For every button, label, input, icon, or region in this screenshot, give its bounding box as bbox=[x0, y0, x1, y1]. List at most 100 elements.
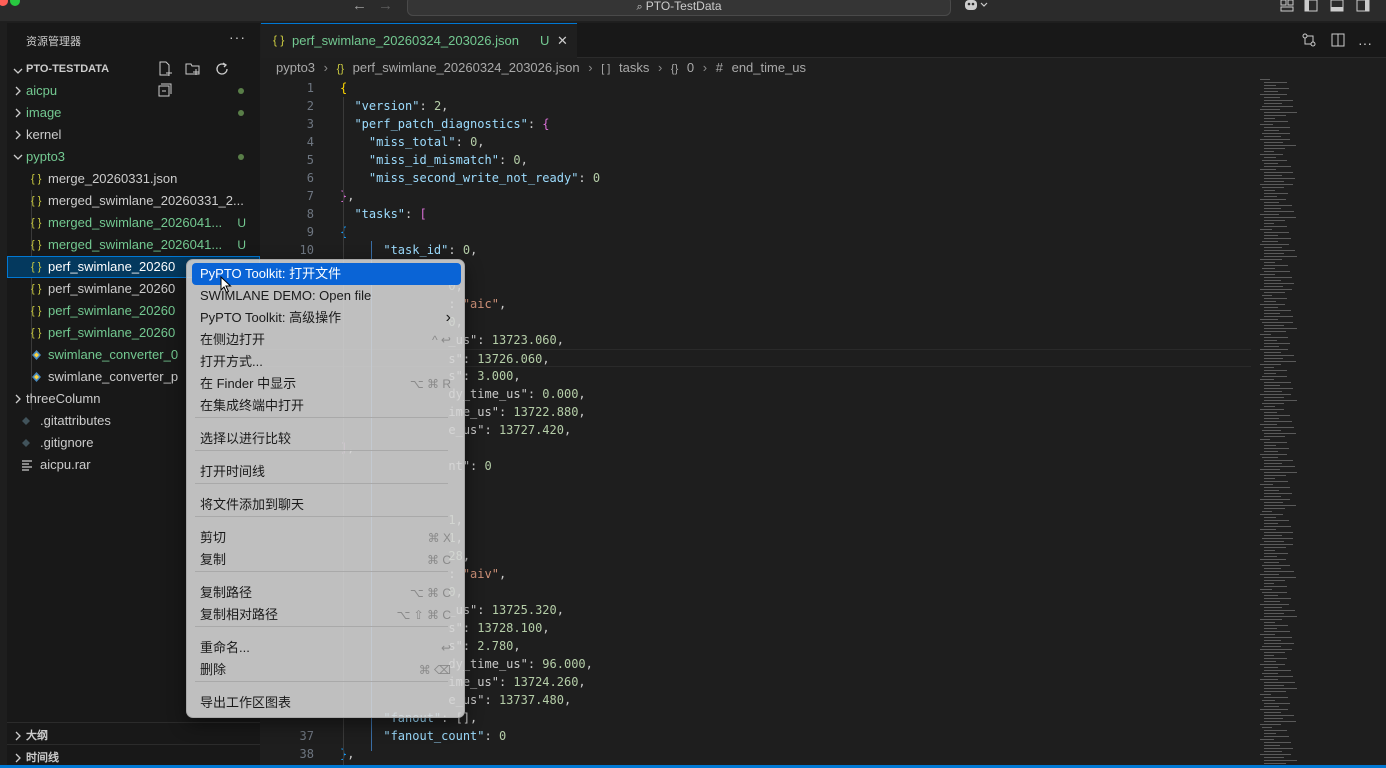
minimap-line bbox=[1264, 112, 1297, 113]
new-file-icon[interactable] bbox=[157, 61, 173, 77]
more-actions-icon[interactable]: ··· bbox=[1358, 35, 1374, 51]
tree-item[interactable]: aicpu bbox=[7, 80, 260, 102]
minimap-line bbox=[1260, 484, 1273, 485]
arrow-left-icon[interactable]: ← bbox=[352, 0, 367, 13]
tab-perf-swimlane[interactable]: { } perf_swimlane_20260324_203026.json U… bbox=[261, 23, 577, 58]
context-menu-item[interactable]: 在集成终端中打开 bbox=[192, 395, 461, 417]
code-text: "miss_id_mismatch": 0, bbox=[368, 153, 528, 167]
minimap-line bbox=[1264, 235, 1278, 236]
minimap-line bbox=[1264, 448, 1289, 449]
minimap-line bbox=[1264, 100, 1293, 101]
code-line: 5 "miss_id_mismatch": 0, bbox=[261, 151, 1251, 169]
tree-item[interactable]: { } merged_swimlane_20260331_2... bbox=[7, 190, 260, 212]
minimap-line bbox=[1264, 745, 1280, 746]
minimap-line bbox=[1264, 517, 1276, 518]
minimap-line bbox=[1264, 127, 1290, 128]
untracked-badge: U bbox=[540, 33, 550, 48]
tree-item-label: aicpu.rar bbox=[40, 457, 91, 472]
toggle-panel-icon[interactable] bbox=[1330, 0, 1344, 12]
chevron-down-icon bbox=[13, 146, 23, 168]
context-menu-item[interactable]: 导出工作区图表 bbox=[192, 692, 461, 714]
chevron-right-icon bbox=[13, 80, 23, 102]
chevron-right-icon bbox=[13, 124, 23, 146]
window-zoom-button[interactable] bbox=[10, 0, 20, 6]
minimap-line bbox=[1260, 229, 1272, 230]
context-menu-item[interactable]: 选择以进行比较 bbox=[192, 428, 461, 450]
tab-title: perf_swimlane_20260324_203026.json bbox=[292, 33, 519, 48]
minimap-line bbox=[1260, 499, 1290, 500]
breadcrumb-file[interactable]: perf_swimlane_20260324_203026.json bbox=[353, 60, 580, 75]
context-menu-item[interactable]: SWIMLANE DEMO: Open file bbox=[192, 285, 461, 307]
toggle-primary-sidebar-icon[interactable] bbox=[1304, 0, 1318, 12]
minimap-line bbox=[1264, 238, 1291, 239]
tree-item-label: merged_swimlane_2026041... bbox=[48, 237, 223, 252]
breadcrumb-index[interactable]: 0 bbox=[687, 60, 694, 75]
context-menu-item[interactable]: 打开方式... bbox=[192, 351, 461, 373]
minimap-line bbox=[1264, 301, 1276, 302]
minimap-line bbox=[1264, 307, 1278, 308]
chevron-right-icon: › bbox=[657, 60, 663, 75]
arrow-right-icon[interactable]: → bbox=[378, 0, 393, 13]
timeline-section-header[interactable]: 时间线 bbox=[7, 744, 260, 766]
vertical-scrollbar[interactable] bbox=[1378, 79, 1386, 768]
toggle-secondary-sidebar-icon[interactable] bbox=[1356, 0, 1370, 12]
context-menu-item[interactable]: 在侧边打开 ^ ↩ bbox=[192, 329, 461, 351]
minimap-line bbox=[1260, 79, 1270, 80]
close-icon[interactable]: ✕ bbox=[557, 33, 568, 49]
tree-item[interactable]: pypto3 bbox=[7, 146, 260, 168]
tree-item-label: threeColumn bbox=[26, 391, 101, 406]
outline-section-header[interactable]: 大纲 bbox=[7, 722, 260, 744]
copilot-icon[interactable] bbox=[964, 0, 988, 12]
minimap-line bbox=[1264, 373, 1276, 374]
minimap-line bbox=[1260, 349, 1288, 350]
compare-changes-icon[interactable] bbox=[1301, 32, 1317, 48]
context-menu-item[interactable]: 复制路径 ⌥ ⌘ C bbox=[192, 582, 461, 604]
minimap-line bbox=[1264, 556, 1277, 557]
breadcrumb-tasks[interactable]: tasks bbox=[619, 60, 649, 75]
context-menu-item[interactable]: PyPTO Toolkit: 高级操作 › bbox=[192, 307, 461, 329]
tree-item-label: merge_20260331.json bbox=[48, 171, 178, 186]
window-close-button[interactable] bbox=[0, 0, 8, 6]
minimap-line bbox=[1264, 508, 1285, 509]
line-number: 6 bbox=[306, 171, 314, 185]
json-file-icon: { } bbox=[31, 261, 42, 273]
context-menu-item[interactable]: 复制相对路径 ⌥ ⇧ ⌘ C bbox=[192, 604, 461, 626]
tree-item[interactable]: image bbox=[7, 102, 260, 124]
split-editor-icon[interactable] bbox=[1330, 32, 1346, 48]
line-number: 8 bbox=[306, 207, 314, 221]
minimap-line bbox=[1264, 292, 1285, 293]
minimap-line bbox=[1264, 190, 1275, 191]
more-actions-icon[interactable]: ··· bbox=[229, 29, 246, 45]
context-menu-item[interactable]: 在 Finder 中显示 ⌥ ⌘ R bbox=[192, 373, 461, 395]
line-number: 4 bbox=[306, 135, 314, 149]
minimap[interactable] bbox=[1256, 79, 1342, 768]
workspace-root-header[interactable]: PTO-TESTDATA bbox=[7, 58, 260, 97]
refresh-icon[interactable] bbox=[214, 61, 230, 77]
context-menu-item[interactable]: 删除 ⌘ ⌫ bbox=[192, 659, 461, 681]
minimap-line bbox=[1262, 700, 1275, 701]
text-file-icon bbox=[21, 454, 33, 476]
new-folder-icon[interactable] bbox=[185, 61, 201, 77]
context-menu-item[interactable]: PyPTO Toolkit: 打开文件 bbox=[192, 263, 461, 285]
context-menu-item[interactable]: 打开时间线 bbox=[192, 461, 461, 483]
tree-item[interactable]: { } merged_swimlane_2026041... U bbox=[7, 212, 260, 234]
context-menu-item[interactable]: 将文件添加到聊天 bbox=[192, 494, 461, 516]
tree-item[interactable]: { } merge_20260331.json bbox=[7, 168, 260, 190]
context-menu-item[interactable]: 重命名... ↩ bbox=[192, 637, 461, 659]
tree-item[interactable]: kernel bbox=[7, 124, 260, 146]
minimap-line bbox=[1264, 316, 1293, 317]
tree-item[interactable]: { } merged_swimlane_2026041... U bbox=[7, 234, 260, 256]
minimap-line bbox=[1264, 601, 1280, 602]
context-menu-item[interactable]: 复制 ⌘ C bbox=[192, 549, 461, 571]
breadcrumb-folder[interactable]: pypto3 bbox=[276, 60, 315, 75]
minimap-line bbox=[1264, 226, 1287, 227]
minimap-line bbox=[1260, 679, 1278, 680]
customize-layout-icon[interactable] bbox=[1280, 0, 1294, 12]
context-menu-item[interactable]: 剪切 ⌘ X bbox=[192, 527, 461, 549]
breadcrumb-key[interactable]: end_time_us bbox=[732, 60, 806, 75]
minimap-line bbox=[1264, 610, 1295, 611]
minimap-line bbox=[1264, 622, 1275, 623]
minimap-line bbox=[1264, 571, 1294, 572]
minimap-line bbox=[1264, 736, 1289, 737]
command-center-search[interactable]: ⌕ PTO-TestData bbox=[407, 0, 951, 16]
